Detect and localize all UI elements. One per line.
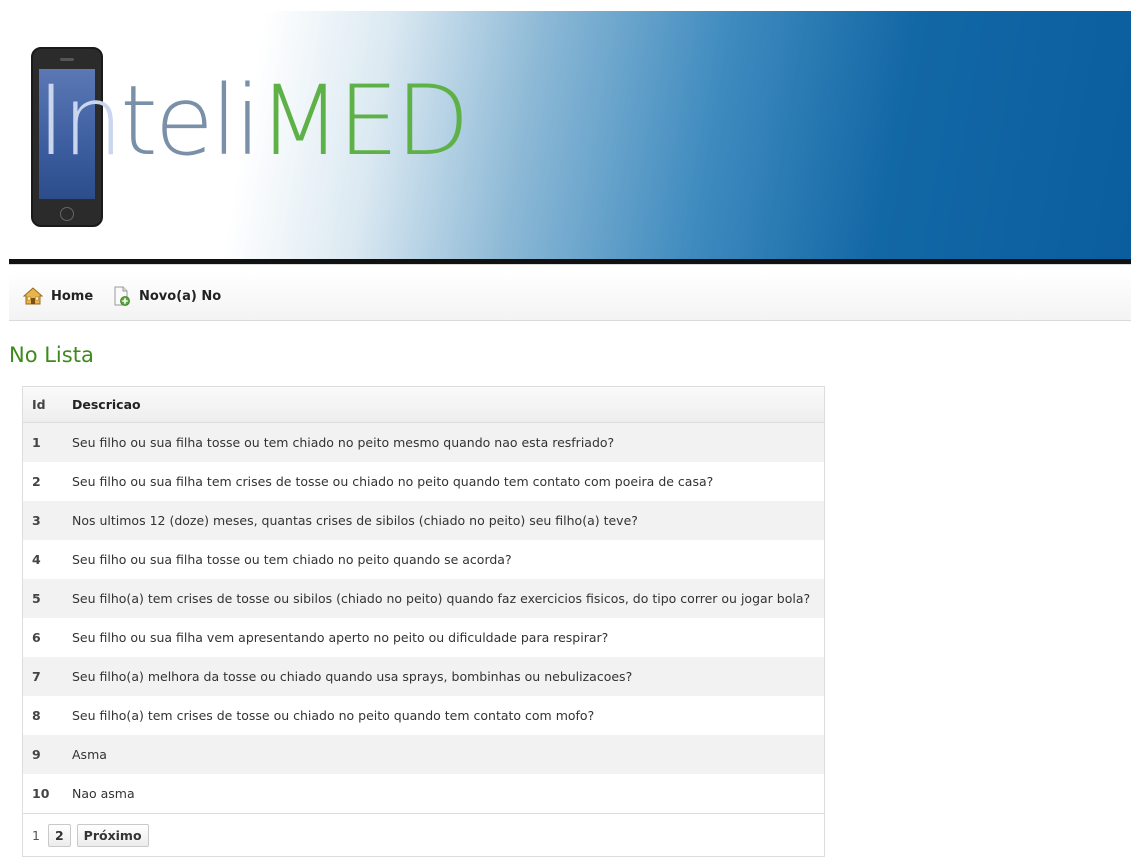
page-2-button[interactable]: 2	[47, 823, 71, 847]
row-description: Nao asma	[63, 774, 824, 813]
app-logo: InteliMED	[37, 73, 470, 169]
page-current: 1	[32, 827, 40, 843]
table-row[interactable]: 6 Seu filho ou sua filha vem apresentand…	[23, 618, 824, 657]
table-row[interactable]: 3 Nos ultimos 12 (doze) meses, quantas c…	[23, 501, 824, 540]
logo-part-teli: teli	[120, 65, 261, 177]
next-page-button[interactable]: Próximo	[76, 823, 149, 847]
row-description: Asma	[63, 735, 824, 774]
logo-part-med: MED	[258, 65, 469, 177]
row-description: Seu filho ou sua filha tosse ou tem chia…	[63, 540, 824, 579]
table-row[interactable]: 8 Seu filho(a) tem crises de tosse ou ch…	[23, 696, 824, 735]
table-row[interactable]: 4 Seu filho ou sua filha tosse ou tem ch…	[23, 540, 824, 579]
row-description: Seu filho ou sua filha tem crises de tos…	[63, 462, 824, 501]
new-no-link[interactable]: Novo(a) No	[111, 286, 221, 306]
row-description: Seu filho(a) tem crises de tosse ou sibi…	[63, 579, 824, 618]
row-description: Seu filho(a) tem crises de tosse ou chia…	[63, 696, 824, 735]
row-id: 8	[23, 696, 63, 735]
home-link[interactable]: Home	[22, 286, 94, 306]
row-description: Nos ultimos 12 (doze) meses, quantas cri…	[63, 501, 824, 540]
home-icon	[22, 286, 44, 306]
row-id: 5	[23, 579, 63, 618]
pagination: 1 2 Próximo	[23, 813, 824, 856]
column-header-description[interactable]: Descricao	[63, 387, 824, 423]
row-id: 4	[23, 540, 63, 579]
no-table: Id Descricao 1 Seu filho ou sua filha to…	[22, 386, 825, 857]
table-row[interactable]: 2 Seu filho ou sua filha tem crises de t…	[23, 462, 824, 501]
nav-toolbar: Home Novo(a) No	[9, 272, 1131, 321]
row-id: 9	[23, 735, 63, 774]
banner-divider-light	[9, 264, 1131, 265]
row-id: 6	[23, 618, 63, 657]
row-id: 1	[23, 422, 63, 462]
new-document-icon	[111, 286, 131, 306]
row-description: Seu filho(a) melhora da tosse ou chiado …	[63, 657, 824, 696]
logo-part-in: In	[37, 65, 123, 177]
row-description: Seu filho ou sua filha vem apresentando …	[63, 618, 824, 657]
table-row[interactable]: 9 Asma	[23, 735, 824, 774]
new-no-label: Novo(a) No	[139, 288, 222, 304]
row-id: 10	[23, 774, 63, 813]
row-id: 2	[23, 462, 63, 501]
table-row[interactable]: 1 Seu filho ou sua filha tosse ou tem ch…	[23, 422, 824, 462]
table-row[interactable]: 7 Seu filho(a) melhora da tosse ou chiad…	[23, 657, 824, 696]
table-header-row: Id Descricao	[23, 387, 824, 423]
table-row[interactable]: 5 Seu filho(a) tem crises de tosse ou si…	[23, 579, 824, 618]
row-id: 7	[23, 657, 63, 696]
row-description: Seu filho ou sua filha tosse ou tem chia…	[63, 422, 824, 462]
home-label: Home	[51, 288, 94, 304]
column-header-id[interactable]: Id	[23, 387, 63, 423]
header-banner: InteliMED	[9, 11, 1131, 259]
row-id: 3	[23, 501, 63, 540]
table-row[interactable]: 10 Nao asma	[23, 774, 824, 813]
page-title: No Lista	[9, 343, 94, 367]
